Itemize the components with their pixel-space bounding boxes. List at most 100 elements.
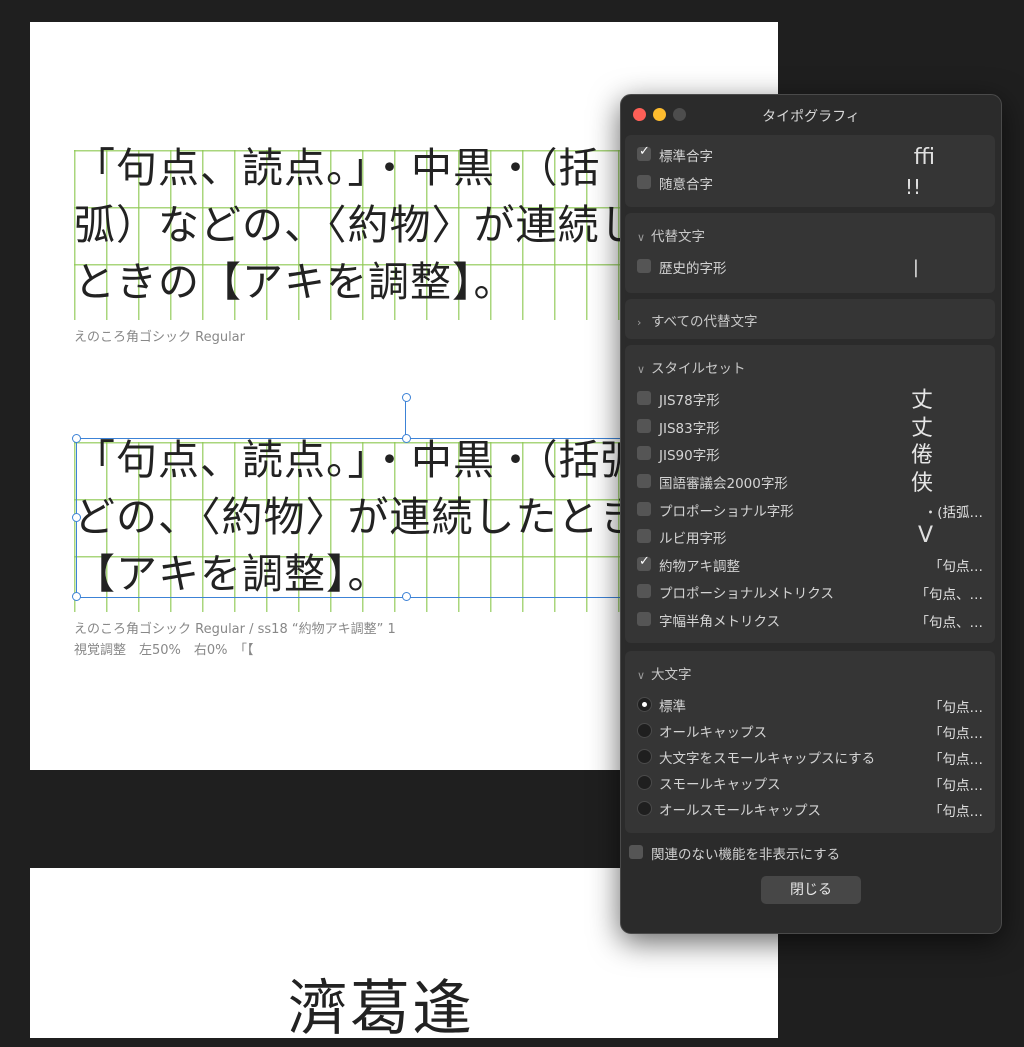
- option-kokugo-2000[interactable]: 国語審議会2000字形: [637, 472, 897, 492]
- resize-handle[interactable]: [72, 434, 81, 443]
- option-jis83[interactable]: JIS83字形: [637, 417, 897, 437]
- option-jis90[interactable]: JIS90字形: [637, 444, 897, 464]
- option-jis78[interactable]: JIS78字形: [637, 389, 897, 409]
- checkbox[interactable]: [637, 259, 651, 273]
- radio-button[interactable]: [637, 775, 652, 790]
- option-label: スモールキャップス: [659, 777, 781, 793]
- option-all-caps[interactable]: オールキャップス: [637, 721, 897, 741]
- close-button[interactable]: 閉じる: [761, 876, 861, 904]
- text-line: 弧）などの、〈約物〉が連続した: [74, 201, 684, 249]
- option-label: JIS90字形: [659, 448, 720, 464]
- option-label: プロポーショナルメトリクス: [659, 586, 834, 602]
- option-label: 標準合字: [659, 149, 713, 165]
- resize-handle[interactable]: [72, 513, 81, 522]
- option-label: 標準: [659, 699, 686, 715]
- option-caps-standard[interactable]: 標準: [637, 695, 897, 715]
- rotation-handle[interactable]: [402, 393, 411, 402]
- radio-button[interactable]: [637, 749, 652, 764]
- checkbox[interactable]: [637, 446, 651, 460]
- title-bar[interactable]: タイポグラフィ: [621, 95, 1001, 135]
- option-half-width-metrics[interactable]: 字幅半角メトリクス: [637, 610, 897, 630]
- checkbox[interactable]: [629, 845, 643, 859]
- glyph-preview: 「句点…: [929, 804, 983, 820]
- chevron-down-icon: ∨: [637, 363, 646, 376]
- checkbox[interactable]: [637, 391, 651, 405]
- ligature-preview: !!: [904, 175, 921, 199]
- typography-panel: タイポグラフィ ✓ 標準合字 ﬃ 随意合字 !! ∨ 代替文字 歴史的字形 | ›…: [620, 94, 1002, 934]
- font-caption-2: えのころ角ゴシック Regular / ss18 “約物アキ調整” 1 視覚調整…: [74, 619, 396, 661]
- window-title: タイポグラフィ: [762, 109, 860, 125]
- caption-line: えのころ角ゴシック Regular / ss18 “約物アキ調整” 1: [74, 622, 396, 637]
- option-label: オールキャップス: [659, 725, 767, 741]
- glyph-preview: V: [917, 523, 933, 548]
- ligatures-section: ✓ 標準合字 ﬃ 随意合字 !!: [625, 135, 995, 207]
- option-label: プロポーショナル字形: [659, 504, 794, 520]
- checkbox[interactable]: ✓: [637, 144, 651, 161]
- font-caption-1: えのころ角ゴシック Regular: [74, 330, 245, 345]
- option-punctuation-spacing[interactable]: ✓ 約物アキ調整: [637, 554, 897, 575]
- ligature-preview: ﬃ: [913, 145, 935, 170]
- option-label: オールスモールキャップス: [659, 803, 821, 819]
- checkmark-icon: ✓: [639, 144, 650, 159]
- all-alternates-section[interactable]: › すべての代替文字: [625, 299, 995, 339]
- glyph-preview: 倦: [911, 443, 934, 468]
- checkbox[interactable]: [637, 529, 651, 543]
- glyph-preview: ・(括弧…: [923, 505, 983, 521]
- checkbox[interactable]: [637, 175, 651, 189]
- resize-handle[interactable]: [72, 592, 81, 601]
- option-label: 国語審議会2000字形: [659, 476, 788, 492]
- capitals-section: ∨ 大文字 標準 オールキャップス 大文字をスモールキャップスにする スモールキャ…: [625, 651, 995, 833]
- radio-button[interactable]: [637, 723, 652, 738]
- checkbox[interactable]: [637, 502, 651, 516]
- option-proportional-forms[interactable]: プロポーショナル字形: [637, 500, 897, 520]
- option-label: 随意合字: [659, 177, 713, 193]
- glyph-preview: 「句点…: [929, 778, 983, 794]
- option-proportional-metrics[interactable]: プロポーショナルメトリクス: [637, 582, 897, 602]
- glyph-preview: 「句点、…: [915, 615, 984, 631]
- checkbox[interactable]: [637, 474, 651, 488]
- glyph-preview: 「句点…: [929, 559, 983, 575]
- caption-line: 視覚調整 左50% 右0% 「【: [74, 643, 254, 658]
- resize-handle[interactable]: [402, 434, 411, 443]
- checkbox[interactable]: ✓: [637, 554, 651, 571]
- glyph-preview: 侠: [911, 471, 934, 496]
- sample-text-block-1[interactable]: 「句点、読点。」・中黒・（括 弧）などの、〈約物〉が連続した ときの【アキを調整…: [74, 140, 684, 311]
- radio-button[interactable]: [637, 801, 652, 816]
- section-header[interactable]: › すべての代替文字: [637, 310, 758, 330]
- radio-button[interactable]: [637, 697, 652, 712]
- option-caps-to-small-caps[interactable]: 大文字をスモールキャップスにする: [637, 747, 897, 767]
- glyph-preview: 「句点、…: [915, 587, 984, 603]
- checkmark-icon: ✓: [639, 554, 650, 569]
- section-header[interactable]: ∨ 代替文字: [637, 225, 705, 245]
- option-discretionary-ligatures[interactable]: 随意合字: [637, 173, 977, 193]
- section-title: すべての代替文字: [651, 314, 758, 330]
- glyph-preview: 「句点…: [929, 752, 983, 768]
- glyph-preview: 丈: [911, 388, 934, 413]
- text-line: ときの【アキを調整】。: [74, 258, 516, 306]
- section-header[interactable]: ∨ スタイルセット: [637, 357, 746, 377]
- checkbox[interactable]: [637, 584, 651, 598]
- chevron-right-icon: ›: [637, 316, 642, 329]
- section-header[interactable]: ∨ 大文字: [637, 663, 692, 683]
- chevron-down-icon: ∨: [637, 231, 646, 244]
- option-ruby-forms[interactable]: ルビ用字形: [637, 527, 897, 547]
- option-small-caps[interactable]: スモールキャップス: [637, 773, 897, 793]
- glyph-preview: 「句点…: [929, 700, 983, 716]
- option-label: ルビ用字形: [659, 531, 727, 547]
- section-title: 代替文字: [651, 229, 705, 245]
- option-historical-forms[interactable]: 歴史的字形: [637, 257, 977, 277]
- selection-frame[interactable]: [76, 438, 678, 598]
- option-label: 関連のない機能を非表示にする: [651, 847, 841, 863]
- checkbox[interactable]: [637, 612, 651, 626]
- option-label: JIS78字形: [659, 393, 720, 409]
- glyph-preview: 丈: [911, 416, 934, 441]
- option-label: 約物アキ調整: [659, 559, 740, 575]
- glyph-preview: 「句点…: [929, 726, 983, 742]
- option-all-small-caps[interactable]: オールスモールキャップス: [637, 799, 897, 819]
- checkbox[interactable]: [637, 419, 651, 433]
- resize-handle[interactable]: [402, 592, 411, 601]
- stylesets-section: ∨ スタイルセット JIS78字形 JIS83字形 JIS90字形 国語審議会20…: [625, 345, 995, 643]
- option-label: 字幅半角メトリクス: [659, 614, 781, 630]
- section-title: スタイルセット: [651, 361, 746, 377]
- large-sample-text[interactable]: 濟葛逢: [288, 960, 474, 1047]
